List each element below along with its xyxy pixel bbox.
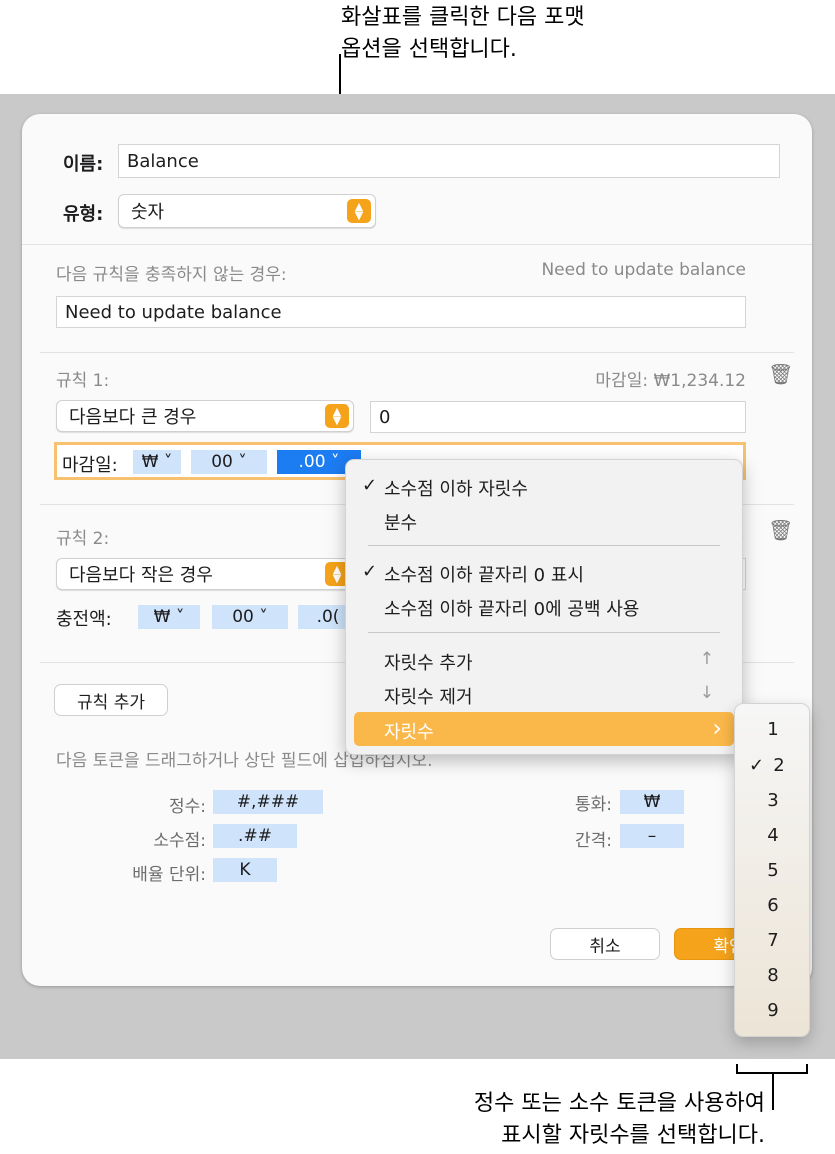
menu-item-fraction[interactable]: 분수 [384,509,417,535]
submenu-item-4[interactable]: 4 [735,825,811,846]
rule1-integer-token[interactable]: 00 ˅ [191,450,267,474]
add-digit-shortcut-icon: ↑ [699,649,714,669]
menu-item-digits[interactable]: 자릿수 › [354,712,734,746]
submenu-item-9[interactable]: 9 [735,1000,811,1021]
menu-separator-1 [368,545,720,546]
scale-token-label: 배율 단위: [132,865,206,885]
divider-top [22,244,812,245]
rule2-operator-value: 다음보다 작은 경우 [69,565,213,586]
bottom-callout-line1: 정수 또는 소수 토큰을 사용하여 [473,1091,765,1116]
digits-submenu: 1 ✓ 2 3 4 5 6 7 8 9 [734,703,810,1037]
condition-text-field[interactable]: Need to update balance [56,296,746,328]
submenu-item-7[interactable]: 7 [735,930,811,951]
currency-token[interactable]: ₩ [620,790,684,814]
condition-text-value: Need to update balance [65,301,282,323]
decimal-token-label: 소수점: [153,831,206,851]
rule1-preview: 마감일: ₩1,234.12 [595,371,746,391]
submenu-item-6[interactable]: 6 [735,895,811,916]
integer-token[interactable]: #,### [213,790,323,814]
menu-item-show-trailing-zeros[interactable]: 소수점 이하 끝자리 0 표시 [384,561,584,587]
rule1-value-field[interactable]: 0 [370,401,746,433]
rule1-operator-value: 다음보다 큰 경우 [69,407,197,428]
rule1-currency-token[interactable]: ₩ ˅ [133,450,181,474]
remove-digit-shortcut-icon: ↓ [699,683,714,703]
type-value: 숫자 [131,202,165,223]
condition-preview: Need to update balance [541,260,746,280]
rule1-operator-stepper-icon: ▲ ▼ [325,404,349,428]
name-field[interactable]: Balance [118,144,780,178]
decimal-format-menu: ✓ 소수점 이하 자릿수 분수 ✓ 소수점 이하 끝자리 0 표시 소수점 이하… [345,459,743,755]
rule1-title: 규칙 1: [56,371,110,391]
top-callout-line2: 옵션을 선택합니다. [341,37,517,62]
divider-rule1 [40,352,794,353]
rule2-operator-popup[interactable]: 다음보다 작은 경우 ▲ ▼ [56,558,354,590]
scale-token[interactable]: K [213,858,277,882]
rule1-format-label: 마감일: [62,455,118,476]
integer-token-label: 정수: [168,797,206,817]
menu-item-add-digit[interactable]: 자릿수 추가 [384,649,473,675]
rule1-operator-popup[interactable]: 다음보다 큰 경우 ▲ ▼ [56,400,354,432]
menu-item-decimal-places[interactable]: 소수점 이하 자릿수 [384,475,528,501]
menu-item-digits-label: 자릿수 [384,722,434,743]
bottom-callout-line2: 표시할 자릿수를 선택합니다. [501,1123,765,1148]
submenu-item-5[interactable]: 5 [735,860,811,881]
rule2-integer-token[interactable]: 00 ˅ [212,605,288,629]
menu-item-remove-digit[interactable]: 자릿수 제거 [384,683,473,709]
rule1-value: 0 [379,406,391,428]
currency-token-label: 통화: [574,795,612,815]
spacing-token[interactable]: – [620,824,684,848]
type-label: 유형: [63,204,104,225]
type-popup[interactable]: 숫자 ▲ ▼ [118,194,376,228]
rule2-format-label: 충전액: [56,609,112,630]
decimal-token[interactable]: .## [213,824,297,848]
spacing-token-label: 간격: [574,831,612,851]
menu-check-icon-decimal-places: ✓ [362,475,378,496]
cancel-button[interactable]: 취소 [550,928,660,960]
bottom-callout: 정수 또는 소수 토큰을 사용하여 표시할 자릿수를 선택합니다. [474,1088,765,1152]
menu-check-icon-trailing-zeros: ✓ [362,561,378,582]
submenu-item-3[interactable]: 3 [735,790,811,811]
rule2-delete-trash-icon[interactable]: 🗑 [768,518,793,542]
name-label: 이름: [63,154,104,175]
submenu-item-2[interactable]: 2 [741,755,817,776]
bottom-callout-bracket [736,1064,808,1074]
top-callout: 화살표를 클릭한 다음 포맷 옵션을 선택합니다. [341,2,585,66]
type-stepper-icon: ▲ ▼ [347,199,371,223]
menu-item-trailing-zeros-spaces[interactable]: 소수점 이하 끝자리 0에 공백 사용 [384,595,639,621]
rule2-title: 규칙 2: [56,529,110,549]
submenu-item-8[interactable]: 8 [735,965,811,986]
add-rule-button[interactable]: 규칙 추가 [54,684,168,716]
rule2-currency-token[interactable]: ₩ ˅ [138,605,200,629]
rule1-delete-trash-icon[interactable]: 🗑 [768,362,793,386]
submenu-arrow-icon: › [712,714,722,742]
submenu-item-1[interactable]: 1 [735,719,811,740]
condition-description: 다음 규칙을 충족하지 않는 경우: [56,265,287,285]
menu-separator-2 [368,632,720,633]
bottom-callout-pointer [772,1074,774,1110]
name-value: Balance [127,150,199,172]
top-callout-line1: 화살표를 클릭한 다음 포맷 [341,5,585,30]
